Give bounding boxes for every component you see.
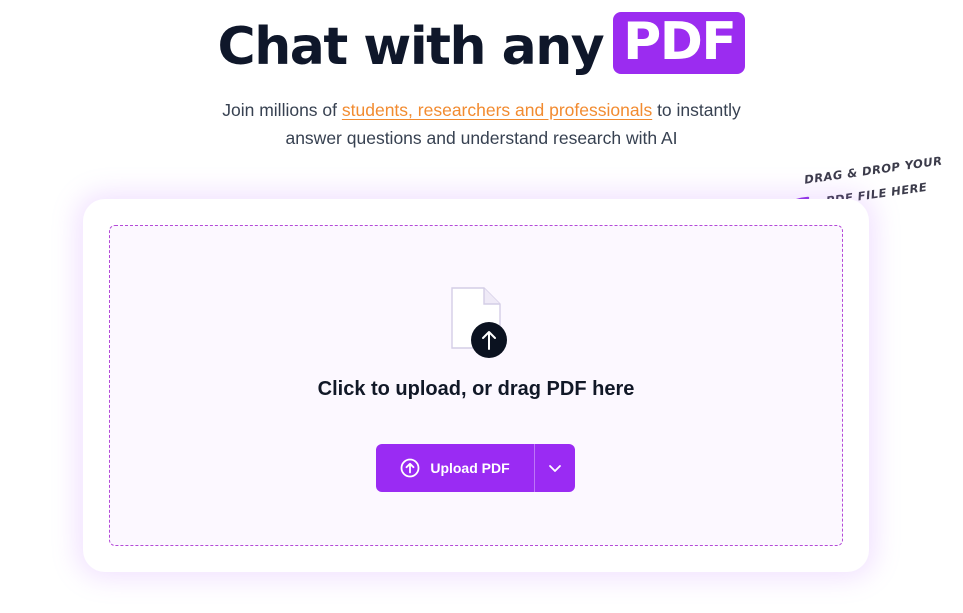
audience-link[interactable]: students, researchers and professionals — [342, 100, 652, 120]
upload-card: Click to upload, or drag PDF here Upload… — [83, 199, 869, 572]
subtitle-line-2: answer questions and understand research… — [285, 128, 678, 148]
upload-button-group: Upload PDF — [376, 444, 575, 492]
upload-options-dropdown[interactable] — [535, 444, 575, 492]
hero-title-text: Chat with any — [217, 17, 605, 77]
upload-pdf-label: Upload PDF — [430, 460, 510, 476]
hero-title: Chat with any PDF — [0, 12, 963, 80]
page: Chat with any PDF Join millions of stude… — [0, 0, 963, 613]
chevron-down-icon — [549, 465, 561, 472]
upload-circle-icon — [400, 458, 420, 478]
file-upload-icon — [451, 287, 507, 358]
subtitle-text-end: to instantly — [652, 100, 741, 120]
subtitle-text-start: Join millions of — [222, 100, 342, 120]
dropzone-instruction: Click to upload, or drag PDF here — [317, 378, 635, 400]
subtitle: Join millions of students, researchers a… — [0, 96, 963, 152]
upload-pdf-button[interactable]: Upload PDF — [376, 444, 534, 492]
hero-title-highlight: PDF — [613, 12, 746, 74]
pdf-dropzone[interactable]: Click to upload, or drag PDF here Upload… — [109, 225, 843, 546]
